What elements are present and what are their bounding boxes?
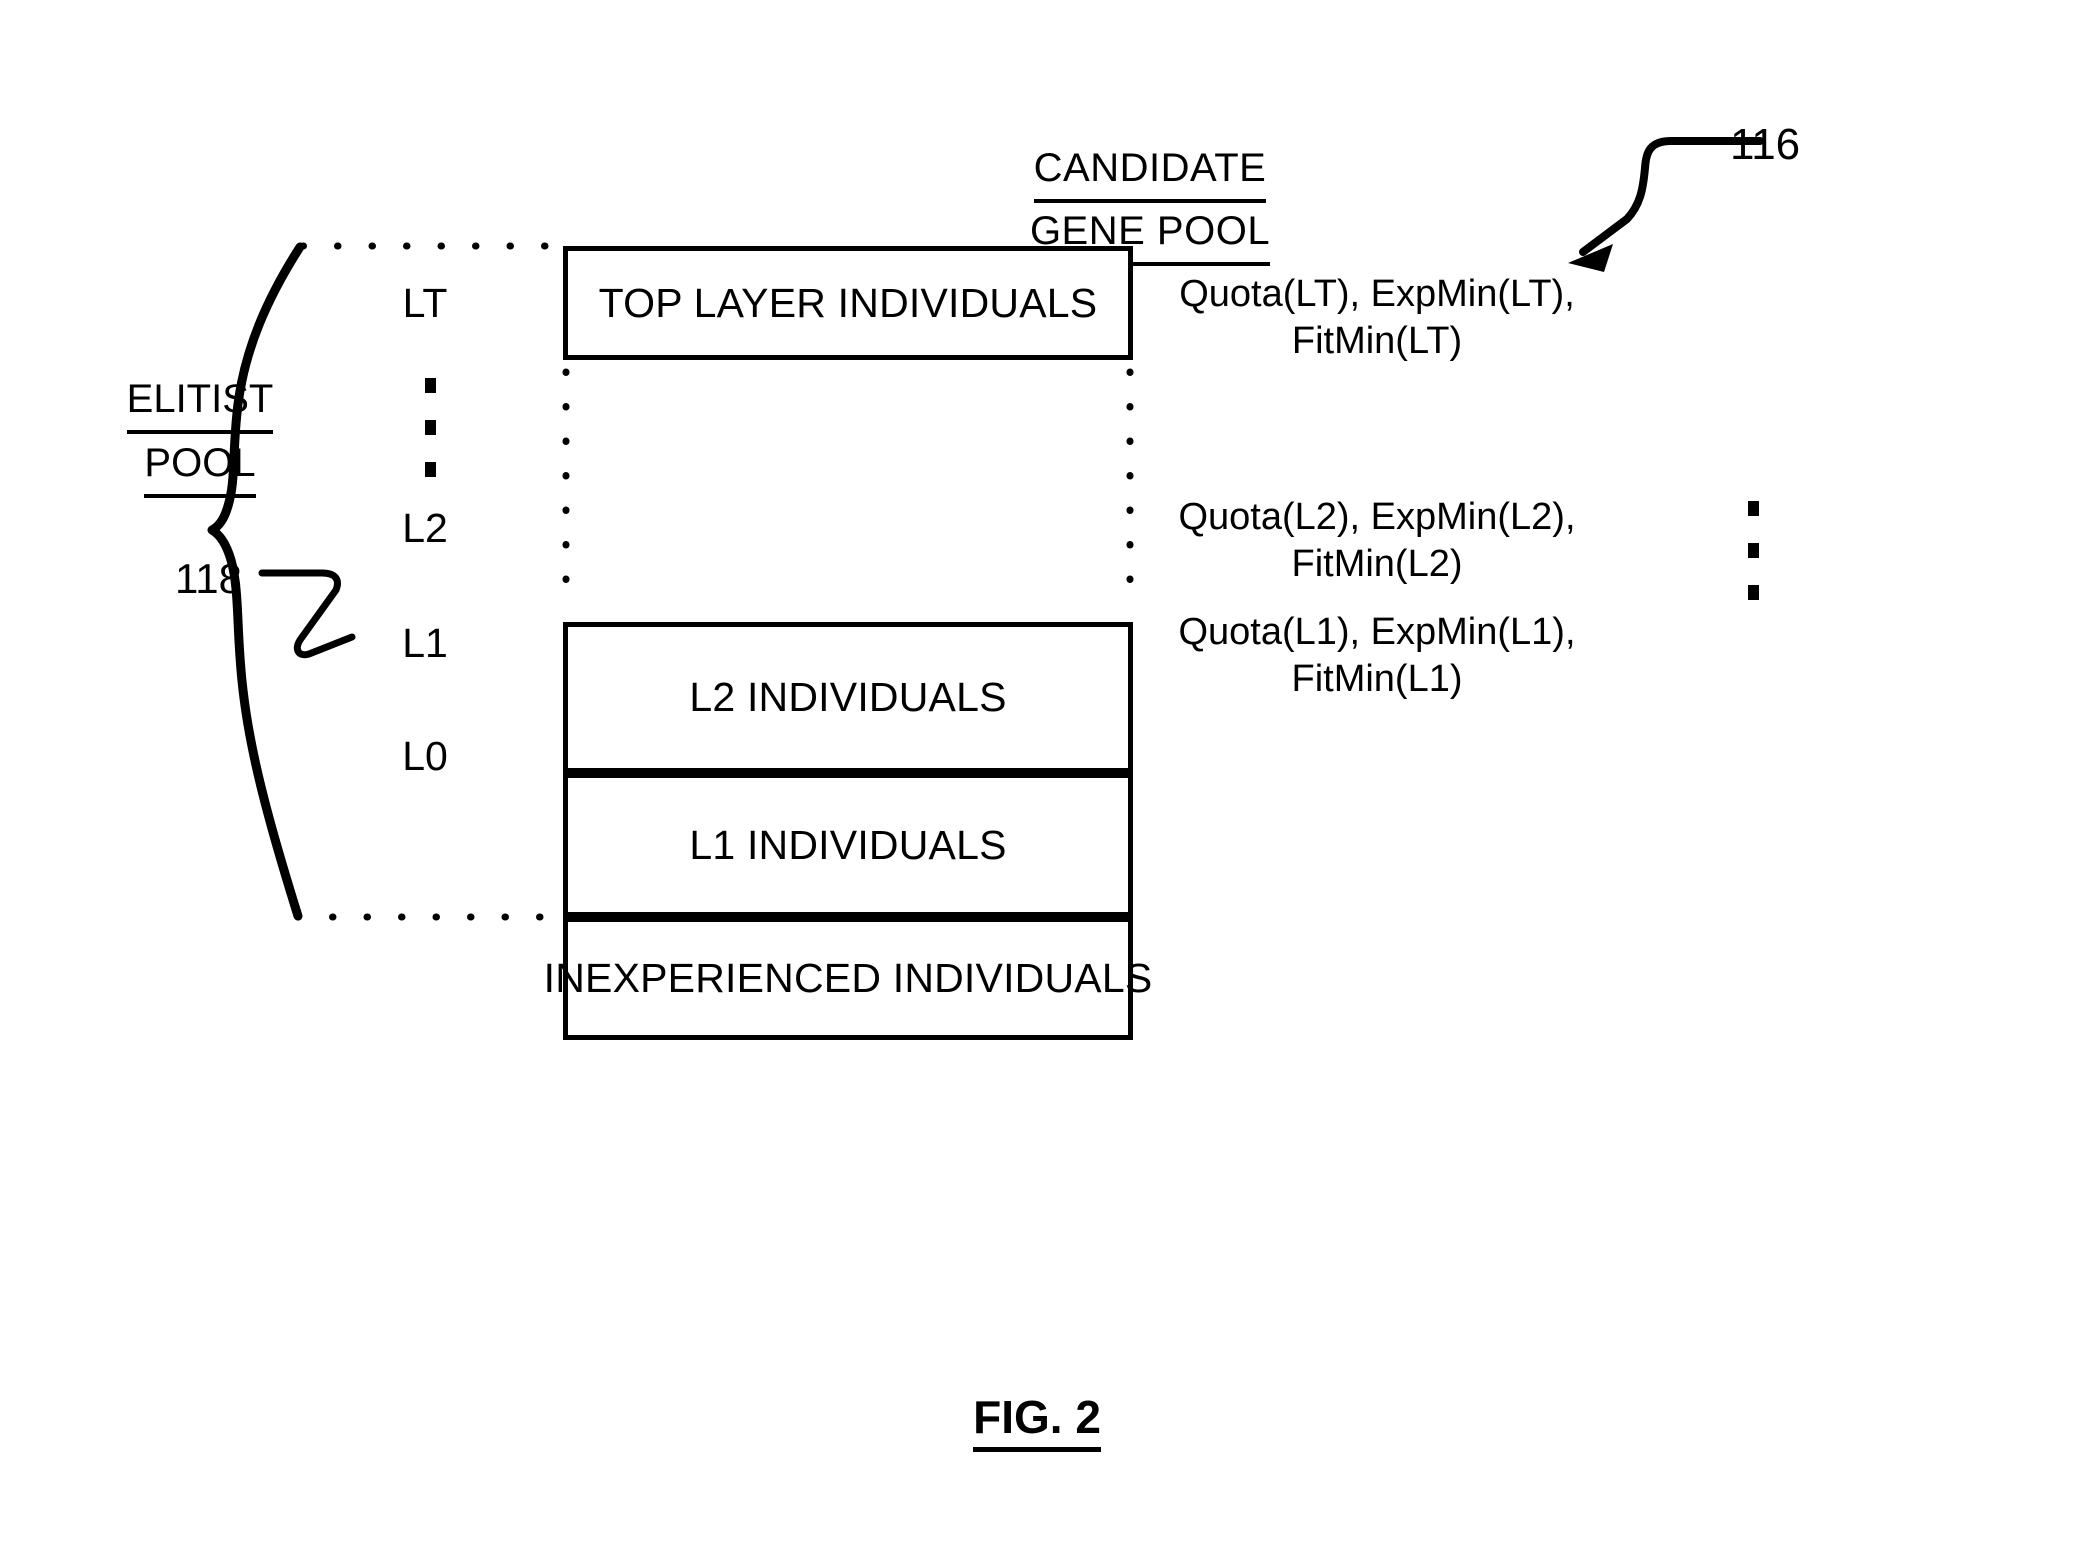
layer-box-l1: L1 INDIVIDUALS <box>563 773 1133 917</box>
elitist-label-line-1: ELITIST <box>126 370 274 434</box>
annotation-lt-line-2: FitMin(LT) <box>1291 320 1463 362</box>
layer-box-l1-text: L1 INDIVIDUALS <box>689 821 1007 868</box>
figure-caption-text: FIG. 2 <box>973 1390 1101 1452</box>
layer-label-ellipsis <box>425 378 436 477</box>
layer-label-lt: LT <box>402 280 448 326</box>
annotation-ellipsis <box>1748 501 1759 600</box>
layer-box-lt: TOP LAYER INDIVIDUALS <box>563 246 1133 360</box>
reference-numeral-116: 116 <box>1730 120 1801 169</box>
title-line-1: CANDIDATE <box>1033 140 1267 203</box>
layer-box-l2: L2 INDIVIDUALS <box>563 622 1133 773</box>
layer-box-lt-text: TOP LAYER INDIVIDUALS <box>598 279 1098 326</box>
arrowhead-116 <box>1568 244 1613 272</box>
annotation-lt-line-1: Quota(LT), ExpMin(LT), <box>1179 273 1575 315</box>
layer-box-l0-text: INEXPERIENCED INDIVIDUALS <box>543 955 1153 1001</box>
layer-label-l1: L1 <box>402 620 448 666</box>
annotation-l1-line-1: Quota(L1), ExpMin(L1), <box>1178 611 1576 653</box>
patent-figure-2: CANDIDATE GENE POOL ELITIST POOL 116 118… <box>0 0 2074 1552</box>
annotation-l1: Quota(L1), ExpMin(L1), FitMin(L1) <box>1152 609 1602 703</box>
layer-box-l2-text: L2 INDIVIDUALS <box>689 674 1007 720</box>
layer-label-l0: L0 <box>402 733 448 779</box>
annotation-lt: Quota(LT), ExpMin(LT), FitMin(LT) <box>1152 271 1602 365</box>
annotation-l2-line-2: FitMin(L2) <box>1291 543 1463 585</box>
annotation-l2: Quota(L2), ExpMin(L2), FitMin(L2) <box>1152 494 1602 588</box>
reference-numeral-118: 118 <box>175 555 242 602</box>
annotation-l1-line-2: FitMin(L1) <box>1291 658 1463 700</box>
annotation-l2-line-1: Quota(L2), ExpMin(L2), <box>1178 496 1576 538</box>
layer-box-l0: INEXPERIENCED INDIVIDUALS <box>544 917 1152 1040</box>
elitist-pool-label: ELITIST POOL <box>80 370 320 498</box>
layer-label-l2: L2 <box>402 505 448 551</box>
elitist-label-line-2: POOL <box>144 434 256 498</box>
figure-caption: FIG. 2 <box>0 1390 2074 1452</box>
